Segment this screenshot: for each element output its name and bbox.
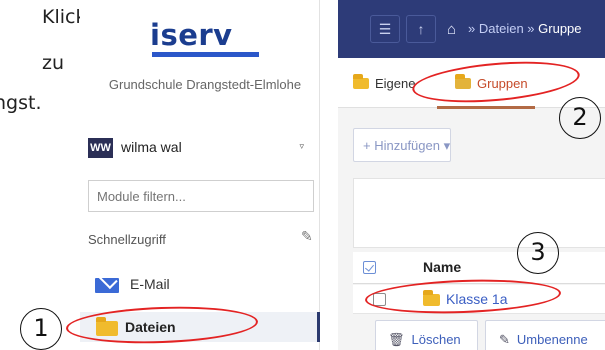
chevron-down-icon: ▿ [299, 141, 304, 151]
edit-icon[interactable]: ✎ [301, 228, 313, 245]
pencil-icon: ✎ [499, 332, 510, 347]
tab-own-label: Eigene [375, 76, 416, 91]
delete-label: Löschen [411, 332, 461, 347]
active-tab-indicator [437, 106, 535, 109]
avatar: WW [88, 138, 113, 158]
rename-button[interactable]: ✎ Umbenenne [485, 320, 605, 350]
step-marker-3: 3 [517, 232, 559, 274]
folder-icon [353, 74, 369, 89]
mail-icon [95, 278, 119, 293]
user-name: wilma wal [121, 139, 182, 155]
quick-access-label: Schnellzugriff [88, 232, 166, 247]
column-header-name[interactable]: Name [423, 259, 461, 275]
breadcrumb: » Dateien » Gruppe [468, 21, 582, 36]
menu-button[interactable]: ☰ [370, 15, 400, 43]
user-menu[interactable]: WW wilma wal ▿ [88, 134, 312, 162]
breadcrumb-files[interactable]: Dateien [479, 21, 524, 36]
breadcrumb-groups[interactable]: Gruppe [538, 21, 581, 36]
instruction-line-2: zu [42, 52, 65, 74]
add-button[interactable]: + Hinzufügen ▾ [353, 128, 451, 162]
home-icon[interactable]: ⌂ [447, 21, 456, 38]
logo-underline [152, 52, 259, 57]
breadcrumb-separator: » [527, 21, 535, 36]
delete-button[interactable]: 🗑 Löschen [375, 320, 478, 350]
info-panel [353, 178, 605, 248]
select-all-checkbox[interactable] [363, 261, 376, 274]
breadcrumb-separator: » [468, 21, 476, 36]
rename-label: Umbenenne [516, 332, 588, 347]
instruction-line-3: ngst. [0, 92, 42, 114]
up-button[interactable]: ↑ [406, 15, 436, 43]
active-indicator [317, 312, 320, 342]
trash-icon: 🗑 [388, 332, 405, 347]
sidebar-item-label: E-Mail [130, 276, 170, 292]
step-marker-2: 2 [559, 97, 601, 139]
school-name: Grundschule Drangstedt-Elmlohe [108, 77, 302, 92]
sidebar-divider [319, 0, 320, 350]
module-filter-input[interactable] [88, 180, 314, 212]
sidebar-item-email[interactable]: E-Mail [95, 274, 295, 296]
iserv-logo[interactable]: iserv [150, 18, 233, 52]
step-marker-1: 1 [20, 308, 62, 350]
